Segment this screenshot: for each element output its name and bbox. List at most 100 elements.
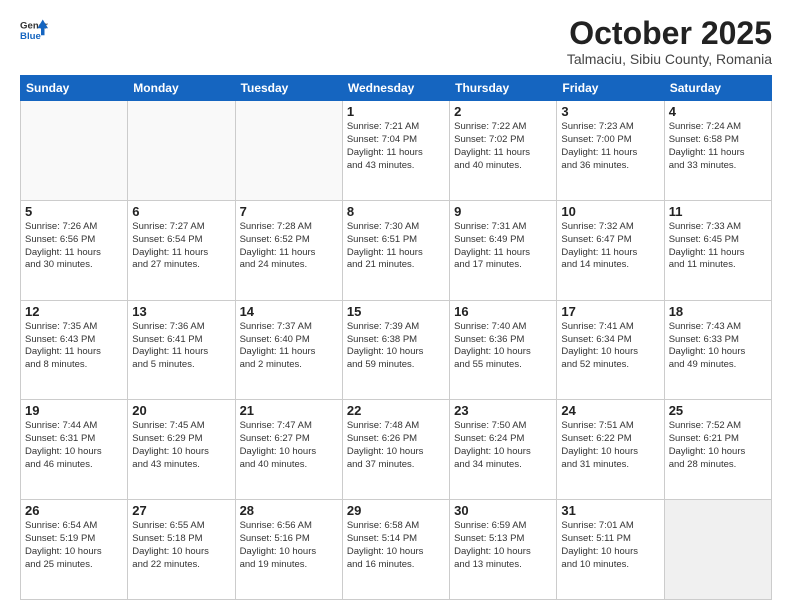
day-number: 24 (561, 403, 659, 418)
calendar-cell: 29 Sunrise: 6:58 AM Sunset: 5:14 PM Dayli… (342, 500, 449, 600)
day-number: 19 (25, 403, 123, 418)
calendar-cell: 30 Sunrise: 6:59 AM Sunset: 5:13 PM Dayli… (450, 500, 557, 600)
cell-info: Sunrise: 7:35 AM Sunset: 6:43 PM Dayligh… (25, 321, 123, 372)
calendar-cell: 17 Sunrise: 7:41 AM Sunset: 6:34 PM Dayli… (557, 300, 664, 400)
cell-info: Sunrise: 7:33 AM Sunset: 6:45 PM Dayligh… (669, 221, 767, 272)
cell-info: Sunrise: 7:32 AM Sunset: 6:47 PM Dayligh… (561, 221, 659, 272)
calendar-cell: 3 Sunrise: 7:23 AM Sunset: 7:00 PM Daylig… (557, 101, 664, 201)
cell-info: Sunrise: 7:45 AM Sunset: 6:29 PM Dayligh… (132, 420, 230, 471)
calendar-cell (128, 101, 235, 201)
day-number: 22 (347, 403, 445, 418)
day-number: 14 (240, 304, 338, 319)
calendar-cell: 12 Sunrise: 7:35 AM Sunset: 6:43 PM Dayli… (21, 300, 128, 400)
cell-info: Sunrise: 7:28 AM Sunset: 6:52 PM Dayligh… (240, 221, 338, 272)
cell-info: Sunrise: 7:30 AM Sunset: 6:51 PM Dayligh… (347, 221, 445, 272)
day-number: 29 (347, 503, 445, 518)
calendar-cell: 11 Sunrise: 7:33 AM Sunset: 6:45 PM Dayli… (664, 200, 771, 300)
calendar-week-4: 26 Sunrise: 6:54 AM Sunset: 5:19 PM Dayli… (21, 500, 772, 600)
cell-info: Sunrise: 7:23 AM Sunset: 7:00 PM Dayligh… (561, 121, 659, 172)
day-number: 13 (132, 304, 230, 319)
day-number: 30 (454, 503, 552, 518)
day-number: 12 (25, 304, 123, 319)
cell-info: Sunrise: 7:41 AM Sunset: 6:34 PM Dayligh… (561, 321, 659, 372)
calendar-cell (21, 101, 128, 201)
cell-info: Sunrise: 7:21 AM Sunset: 7:04 PM Dayligh… (347, 121, 445, 172)
cell-info: Sunrise: 7:43 AM Sunset: 6:33 PM Dayligh… (669, 321, 767, 372)
subtitle: Talmaciu, Sibiu County, Romania (567, 51, 772, 67)
day-number: 3 (561, 104, 659, 119)
cell-info: Sunrise: 6:56 AM Sunset: 5:16 PM Dayligh… (240, 520, 338, 571)
cell-info: Sunrise: 7:01 AM Sunset: 5:11 PM Dayligh… (561, 520, 659, 571)
day-number: 2 (454, 104, 552, 119)
calendar-week-3: 19Sunrise: 7:44 AM Sunset: 6:31 PM Dayli… (21, 400, 772, 500)
calendar-table: SundayMondayTuesdayWednesdayThursdayFrid… (20, 75, 772, 600)
day-number: 8 (347, 204, 445, 219)
calendar-header-tuesday: Tuesday (235, 76, 342, 101)
cell-info: Sunrise: 7:37 AM Sunset: 6:40 PM Dayligh… (240, 321, 338, 372)
day-number: 25 (669, 403, 767, 418)
calendar-header-row: SundayMondayTuesdayWednesdayThursdayFrid… (21, 76, 772, 101)
cell-info: Sunrise: 6:58 AM Sunset: 5:14 PM Dayligh… (347, 520, 445, 571)
cell-info: Sunrise: 6:54 AM Sunset: 5:19 PM Dayligh… (25, 520, 123, 571)
day-number: 11 (669, 204, 767, 219)
day-number: 4 (669, 104, 767, 119)
day-number: 26 (25, 503, 123, 518)
calendar-cell: 6 Sunrise: 7:27 AM Sunset: 6:54 PM Daylig… (128, 200, 235, 300)
calendar-cell: 2 Sunrise: 7:22 AM Sunset: 7:02 PM Daylig… (450, 101, 557, 201)
day-number: 27 (132, 503, 230, 518)
cell-info: Sunrise: 7:47 AM Sunset: 6:27 PM Dayligh… (240, 420, 338, 471)
calendar-cell (664, 500, 771, 600)
day-number: 5 (25, 204, 123, 219)
calendar-cell: 19Sunrise: 7:44 AM Sunset: 6:31 PM Dayli… (21, 400, 128, 500)
calendar-cell: 13 Sunrise: 7:36 AM Sunset: 6:41 PM Dayli… (128, 300, 235, 400)
cell-info: Sunrise: 7:24 AM Sunset: 6:58 PM Dayligh… (669, 121, 767, 172)
cell-info: Sunrise: 7:22 AM Sunset: 7:02 PM Dayligh… (454, 121, 552, 172)
calendar-header-monday: Monday (128, 76, 235, 101)
cell-info: Sunrise: 7:40 AM Sunset: 6:36 PM Dayligh… (454, 321, 552, 372)
cell-info: Sunrise: 7:27 AM Sunset: 6:54 PM Dayligh… (132, 221, 230, 272)
calendar-cell: 23Sunrise: 7:50 AM Sunset: 6:24 PM Dayli… (450, 400, 557, 500)
calendar-week-2: 12 Sunrise: 7:35 AM Sunset: 6:43 PM Dayli… (21, 300, 772, 400)
day-number: 21 (240, 403, 338, 418)
day-number: 15 (347, 304, 445, 319)
cell-info: Sunrise: 7:31 AM Sunset: 6:49 PM Dayligh… (454, 221, 552, 272)
calendar-cell: 5 Sunrise: 7:26 AM Sunset: 6:56 PM Daylig… (21, 200, 128, 300)
cell-info: Sunrise: 7:51 AM Sunset: 6:22 PM Dayligh… (561, 420, 659, 471)
calendar-header-friday: Friday (557, 76, 664, 101)
cell-info: Sunrise: 7:52 AM Sunset: 6:21 PM Dayligh… (669, 420, 767, 471)
day-number: 9 (454, 204, 552, 219)
calendar-cell: 27 Sunrise: 6:55 AM Sunset: 5:18 PM Dayli… (128, 500, 235, 600)
day-number: 20 (132, 403, 230, 418)
calendar-cell (235, 101, 342, 201)
calendar-cell: 25 Sunrise: 7:52 AM Sunset: 6:21 PM Dayli… (664, 400, 771, 500)
cell-info: Sunrise: 6:55 AM Sunset: 5:18 PM Dayligh… (132, 520, 230, 571)
month-title: October 2025 (567, 16, 772, 51)
calendar-cell: 1 Sunrise: 7:21 AM Sunset: 7:04 PM Daylig… (342, 101, 449, 201)
calendar-cell: 20 Sunrise: 7:45 AM Sunset: 6:29 PM Dayli… (128, 400, 235, 500)
cell-info: Sunrise: 7:26 AM Sunset: 6:56 PM Dayligh… (25, 221, 123, 272)
calendar-cell: 7 Sunrise: 7:28 AM Sunset: 6:52 PM Daylig… (235, 200, 342, 300)
logo-icon: General Blue (20, 16, 48, 44)
calendar-header-saturday: Saturday (664, 76, 771, 101)
calendar-cell: 4 Sunrise: 7:24 AM Sunset: 6:58 PM Daylig… (664, 101, 771, 201)
calendar-cell: 22 Sunrise: 7:48 AM Sunset: 6:26 PM Dayli… (342, 400, 449, 500)
cell-info: Sunrise: 6:59 AM Sunset: 5:13 PM Dayligh… (454, 520, 552, 571)
day-number: 18 (669, 304, 767, 319)
logo: General Blue (20, 16, 48, 44)
day-number: 6 (132, 204, 230, 219)
calendar-cell: 9 Sunrise: 7:31 AM Sunset: 6:49 PM Daylig… (450, 200, 557, 300)
day-number: 7 (240, 204, 338, 219)
day-number: 17 (561, 304, 659, 319)
calendar-cell: 31Sunrise: 7:01 AM Sunset: 5:11 PM Dayli… (557, 500, 664, 600)
cell-info: Sunrise: 7:36 AM Sunset: 6:41 PM Dayligh… (132, 321, 230, 372)
day-number: 10 (561, 204, 659, 219)
calendar-cell: 18 Sunrise: 7:43 AM Sunset: 6:33 PM Dayli… (664, 300, 771, 400)
day-number: 1 (347, 104, 445, 119)
cell-info: Sunrise: 7:39 AM Sunset: 6:38 PM Dayligh… (347, 321, 445, 372)
calendar-cell: 26 Sunrise: 6:54 AM Sunset: 5:19 PM Dayli… (21, 500, 128, 600)
svg-text:Blue: Blue (20, 31, 41, 42)
calendar-cell: 24 Sunrise: 7:51 AM Sunset: 6:22 PM Dayli… (557, 400, 664, 500)
cell-info: Sunrise: 7:48 AM Sunset: 6:26 PM Dayligh… (347, 420, 445, 471)
title-block: October 2025 Talmaciu, Sibiu County, Rom… (567, 16, 772, 67)
header: General Blue October 2025 Talmaciu, Sibi… (20, 16, 772, 67)
